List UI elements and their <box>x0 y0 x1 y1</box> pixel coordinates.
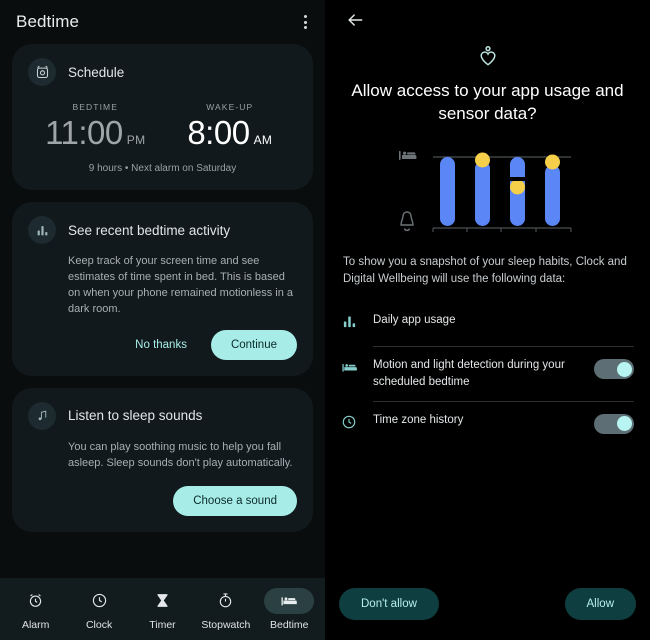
bedtime-time: 11:00 PM <box>28 116 163 149</box>
bedtime-label: BEDTIME <box>72 102 118 112</box>
alarm-schedule-icon <box>28 58 56 86</box>
bedtime-meridiem: PM <box>126 133 146 147</box>
permission-list: Daily app usage Motion and light detecti… <box>325 302 650 445</box>
clock-icon <box>339 412 359 430</box>
permission-hero: Allow access to your app usage and senso… <box>325 40 650 126</box>
wakeup-label: WAKE-UP <box>206 102 254 112</box>
page-title: Bedtime <box>16 12 80 31</box>
nav-item-stopwatch[interactable]: Stopwatch <box>196 588 256 631</box>
continue-button[interactable]: Continue <box>210 329 297 360</box>
activity-card-description: Keep track of your screen time and see e… <box>68 255 294 315</box>
more-vert-icon[interactable] <box>300 9 311 35</box>
bottom-navigation: Alarm Clock Timer Stopwatch Bedtime <box>0 578 325 640</box>
nav-item-bedtime[interactable]: Bedtime <box>259 587 319 631</box>
allow-button[interactable]: Allow <box>564 588 636 620</box>
schedule-card-title: Schedule <box>68 64 125 80</box>
toggle-knob <box>616 361 632 377</box>
sleep-chart-illustration <box>325 140 650 240</box>
clock-icon <box>74 588 124 614</box>
bedtime-value: 11:00 <box>45 114 123 151</box>
permission-row-time-zone-history[interactable]: Time zone history <box>339 402 634 446</box>
permission-header <box>325 0 650 40</box>
permission-row-motion-light[interactable]: Motion and light detection during your s… <box>339 347 634 400</box>
permission-blurb: To show you a snapshot of your sleep hab… <box>343 255 627 286</box>
permission-label: Time zone history <box>373 413 464 426</box>
wakeup-time: 8:00 AM <box>163 116 298 149</box>
schedule-card: Schedule BEDTIME 11:00 PM WAKE-UP 8:00 A… <box>12 44 313 190</box>
bedtime-screen: Bedtime Schedule BEDTIME 11:00 PM WAKE-U… <box>0 0 325 640</box>
sounds-card-actions: Choose a sound <box>28 485 297 516</box>
permission-label: Motion and light detection during your s… <box>373 359 565 389</box>
nav-label-bedtime: Bedtime <box>269 618 309 631</box>
bed-icon <box>264 587 315 614</box>
schedule-summary: 9 hours • Next alarm on Saturday <box>88 163 237 174</box>
sounds-card-title: Listen to sleep sounds <box>68 408 203 424</box>
bar-chart-icon <box>28 216 56 244</box>
bedtime-content: Schedule BEDTIME 11:00 PM WAKE-UP 8:00 A… <box>0 44 325 578</box>
sounds-card-header: Listen to sleep sounds <box>28 401 297 430</box>
toggle-knob <box>616 416 632 432</box>
permission-text: Motion and light detection during your s… <box>373 357 580 390</box>
recent-activity-card: See recent bedtime activity Keep track o… <box>12 202 313 376</box>
choose-a-sound-button[interactable]: Choose a sound <box>173 485 297 516</box>
hourglass-icon <box>137 588 187 614</box>
sounds-card-description: You can play soothing music to help you … <box>68 440 293 469</box>
permission-row-daily-app-usage[interactable]: Daily app usage <box>339 302 634 346</box>
toggle-motion-light-detection[interactable] <box>594 359 634 380</box>
app-header: Bedtime <box>0 0 325 44</box>
activity-card-header: See recent bedtime activity <box>28 216 297 244</box>
stopwatch-icon <box>201 588 251 614</box>
schedule-times: BEDTIME 11:00 PM WAKE-UP 8:00 AM <box>28 102 297 149</box>
permission-text: Daily app usage <box>373 312 634 329</box>
toggle-time-zone-history[interactable] <box>594 413 634 434</box>
bedtime-column[interactable]: BEDTIME 11:00 PM <box>28 102 163 149</box>
permission-actions: Don't allow Allow <box>325 588 650 640</box>
sleep-sounds-card: Listen to sleep sounds You can play soot… <box>12 387 313 532</box>
permission-title: Allow access to your app usage and senso… <box>351 81 624 123</box>
wakeup-column[interactable]: WAKE-UP 8:00 AM <box>163 102 298 149</box>
nav-label-stopwatch: Stopwatch <box>201 618 251 631</box>
nav-label-alarm: Alarm <box>21 618 50 631</box>
activity-card-title: See recent bedtime activity <box>68 222 231 238</box>
arrow-back-icon[interactable] <box>339 4 371 36</box>
no-thanks-button[interactable]: No thanks <box>125 331 197 359</box>
wellbeing-heart-icon <box>325 44 650 68</box>
permission-label: Daily app usage <box>373 314 456 327</box>
nav-label-timer: Timer <box>149 618 176 631</box>
nav-item-clock[interactable]: Clock <box>69 588 129 631</box>
dont-allow-button[interactable]: Don't allow <box>339 588 439 620</box>
bed-icon <box>339 357 359 376</box>
wakeup-meridiem: AM <box>253 133 273 147</box>
schedule-card-header: Schedule <box>28 58 297 86</box>
music-note-icon <box>28 401 56 430</box>
wakeup-value: 8:00 <box>187 114 250 151</box>
permission-text: Time zone history <box>373 412 580 429</box>
nav-item-alarm[interactable]: Alarm <box>6 588 66 631</box>
nav-label-clock: Clock <box>85 618 113 631</box>
permission-screen: Allow access to your app usage and senso… <box>325 0 650 640</box>
bar-chart-icon <box>339 312 359 329</box>
alarm-icon <box>11 588 61 614</box>
app-root: Bedtime Schedule BEDTIME 11:00 PM WAKE-U… <box>0 0 650 640</box>
nav-item-timer[interactable]: Timer <box>132 588 192 631</box>
activity-card-actions: No thanks Continue <box>28 329 297 360</box>
